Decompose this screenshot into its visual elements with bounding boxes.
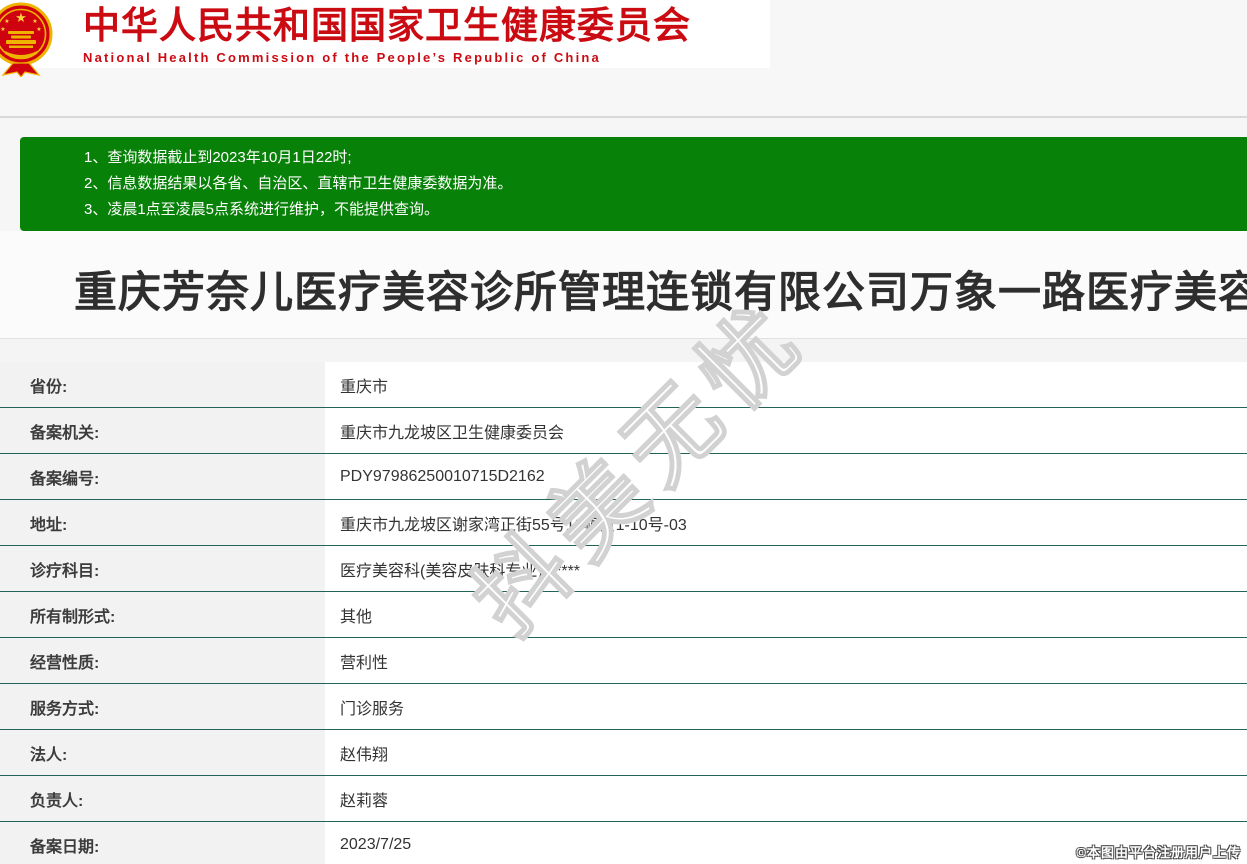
field-label: 法人: — [0, 730, 325, 775]
site-title-chinese: 中华人民共和国国家卫生健康委员会 — [83, 6, 691, 46]
notice-wrap: 1、查询数据截止到2023年10月1日22时;2、信息数据结果以各省、自治区、直… — [0, 118, 1247, 231]
field-label: 地址: — [0, 500, 325, 545]
svg-text:★: ★ — [32, 18, 37, 25]
table-row: 负责人: 赵莉蓉 — [0, 776, 1247, 822]
field-value: 医疗美容科(美容皮肤科专业)****** — [325, 546, 1247, 591]
table-row: 备案编号: PDY97986250010715D2162 — [0, 454, 1247, 500]
site-title-english: National Health Commission of the People… — [83, 50, 691, 65]
field-label: 备案日期: — [0, 822, 325, 864]
table-row: 服务方式: 门诊服务 — [0, 684, 1247, 730]
table-row: 法人: 赵伟翔 — [0, 730, 1247, 776]
notice-line: 3、凌晨1点至凌晨5点系统进行维护，不能提供查询。 — [84, 197, 1242, 223]
table-row: 地址: 重庆市九龙坡区谢家湾正街55号13幢负1-10号-03 — [0, 500, 1247, 546]
field-value: 重庆市 — [325, 362, 1247, 407]
field-label: 所有制形式: — [0, 592, 325, 637]
field-value: 其他 — [325, 592, 1247, 637]
field-label: 省份: — [0, 362, 325, 407]
field-value: 重庆市九龙坡区卫生健康委员会 — [325, 408, 1247, 453]
svg-text:★: ★ — [15, 10, 27, 25]
svg-text:★: ★ — [36, 26, 41, 33]
table-row: 省份: 重庆市 — [0, 362, 1247, 408]
table-row: 所有制形式: 其他 — [0, 592, 1247, 638]
field-label: 诊疗科目: — [0, 546, 325, 591]
top-strip: ★ ★ ★ ★ ★ 中华人民共和国国家卫生健康委员会 National Heal… — [0, 0, 1247, 118]
title-section: 重庆芳奈儿医疗美容诊所管理连锁有限公司万象一路医疗美容诊所 — [0, 231, 1247, 339]
field-value: 赵莉蓉 — [325, 776, 1247, 821]
field-value: PDY97986250010715D2162 — [325, 454, 1247, 499]
notice-line: 1、查询数据截止到2023年10月1日22时; — [84, 145, 1242, 171]
record-table: 省份: 重庆市 备案机关: 重庆市九龙坡区卫生健康委员会 备案编号: PDY97… — [0, 339, 1247, 864]
field-value: 重庆市九龙坡区谢家湾正街55号13幢负1-10号-03 — [325, 500, 1247, 545]
table-row: 诊疗科目: 医疗美容科(美容皮肤科专业)****** — [0, 546, 1247, 592]
table-row: 备案日期: 2023/7/25 — [0, 822, 1247, 864]
notice-line: 2、信息数据结果以各省、自治区、直辖市卫生健康委数据为准。 — [84, 171, 1242, 197]
svg-text:★: ★ — [0, 26, 5, 33]
table-row: 备案机关: 重庆市九龙坡区卫生健康委员会 — [0, 408, 1247, 454]
field-value: 赵伟翔 — [325, 730, 1247, 775]
notice-box: 1、查询数据截止到2023年10月1日22时;2、信息数据结果以各省、自治区、直… — [20, 137, 1247, 231]
table-row: 经营性质: 营利性 — [0, 638, 1247, 684]
field-label: 负责人: — [0, 776, 325, 821]
field-value: 营利性 — [325, 638, 1247, 683]
field-label: 经营性质: — [0, 638, 325, 683]
header-titles: 中华人民共和国国家卫生健康委员会 National Health Commiss… — [83, 4, 691, 65]
record-title: 重庆芳奈儿医疗美容诊所管理连锁有限公司万象一路医疗美容诊所 — [74, 269, 1247, 317]
field-label: 服务方式: — [0, 684, 325, 729]
svg-text:★: ★ — [4, 18, 9, 25]
site-header: ★ ★ ★ ★ ★ 中华人民共和国国家卫生健康委员会 National Heal… — [0, 0, 770, 68]
field-value: 门诊服务 — [325, 684, 1247, 729]
field-label: 备案编号: — [0, 454, 325, 499]
corner-watermark: ©本图由平台注册用户上传 — [1076, 842, 1241, 861]
national-emblem-icon: ★ ★ ★ ★ ★ — [0, 1, 55, 77]
field-label: 备案机关: — [0, 408, 325, 453]
